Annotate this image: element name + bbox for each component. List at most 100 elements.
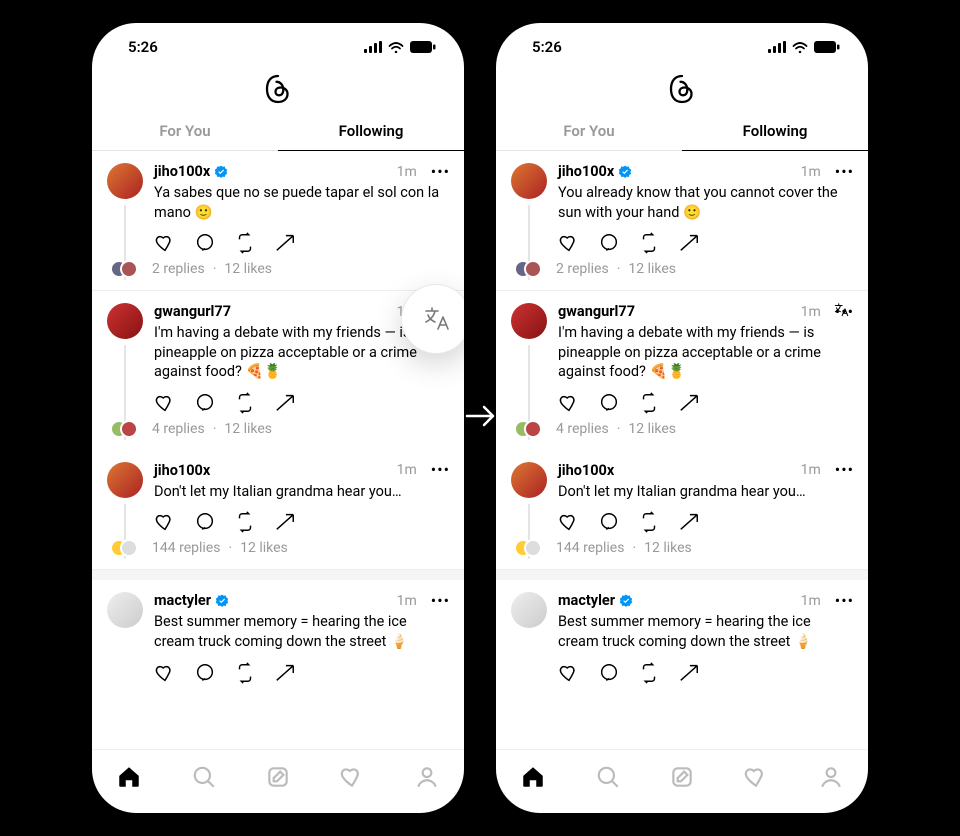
replies-count[interactable]: 144 replies xyxy=(152,540,220,556)
replies-count[interactable]: 144 replies xyxy=(556,540,624,556)
avatar[interactable] xyxy=(107,163,143,199)
like-icon[interactable] xyxy=(154,392,176,414)
post[interactable]: jiho100x 1m ••• Don't let my Italian gra… xyxy=(92,450,464,571)
like-icon[interactable] xyxy=(558,392,580,414)
repost-icon[interactable] xyxy=(638,232,660,254)
post-menu-button[interactable]: ••• xyxy=(835,596,854,606)
avatar[interactable] xyxy=(511,303,547,339)
share-icon[interactable] xyxy=(678,511,700,533)
post-menu-button[interactable]: ••• xyxy=(835,465,854,475)
username[interactable]: mactyler xyxy=(154,592,211,609)
replies-count[interactable]: 2 replies xyxy=(152,261,205,277)
username[interactable]: gwangurl77 xyxy=(558,303,635,320)
username[interactable]: jiho100x xyxy=(558,462,614,479)
like-icon[interactable] xyxy=(154,232,176,254)
feed-tabs: For You Following xyxy=(496,111,868,151)
likes-count[interactable]: 12 likes xyxy=(224,421,272,437)
avatar[interactable] xyxy=(107,592,143,628)
tab-for-you[interactable]: For You xyxy=(496,111,682,150)
tab-for-you[interactable]: For You xyxy=(92,111,278,150)
likes-count[interactable]: 12 likes xyxy=(628,421,676,437)
share-icon[interactable] xyxy=(678,392,700,414)
repost-icon[interactable] xyxy=(638,392,660,414)
post-body: Don't let my Italian grandma hear you… xyxy=(154,482,450,502)
post-menu-button[interactable]: ••• xyxy=(431,596,450,606)
username[interactable]: jiho100x xyxy=(154,462,210,479)
share-icon[interactable] xyxy=(274,392,296,414)
replies-count[interactable]: 4 replies xyxy=(152,421,205,437)
like-icon[interactable] xyxy=(154,511,176,533)
nav-search[interactable] xyxy=(587,756,629,802)
post[interactable]: gwangurl77 1m ••• I'm having a debate wi… xyxy=(496,291,868,450)
reply-icon[interactable] xyxy=(598,511,620,533)
repost-icon[interactable] xyxy=(234,232,256,254)
share-icon[interactable] xyxy=(678,662,700,684)
nav-profile[interactable] xyxy=(406,756,448,802)
reply-icon[interactable] xyxy=(598,662,620,684)
avatar[interactable] xyxy=(107,462,143,498)
likes-count[interactable]: 12 likes xyxy=(644,540,692,556)
nav-home[interactable] xyxy=(108,756,150,802)
username[interactable]: jiho100x xyxy=(558,163,614,180)
tab-following[interactable]: Following xyxy=(682,111,868,150)
post-menu-button[interactable]: ••• xyxy=(431,167,450,177)
avatar[interactable] xyxy=(107,303,143,339)
reply-icon[interactable] xyxy=(194,392,216,414)
nav-activity[interactable] xyxy=(735,756,777,802)
repost-icon[interactable] xyxy=(234,392,256,414)
share-icon[interactable] xyxy=(274,511,296,533)
post[interactable]: mactyler 1m ••• Best summer memory = hea… xyxy=(496,580,868,695)
replies-count[interactable]: 2 replies xyxy=(556,261,609,277)
reply-avatar xyxy=(120,539,138,557)
status-bar: 5:26 xyxy=(92,23,464,71)
likes-count[interactable]: 12 likes xyxy=(240,540,288,556)
username[interactable]: gwangurl77 xyxy=(154,303,231,320)
share-icon[interactable] xyxy=(274,662,296,684)
like-icon[interactable] xyxy=(558,232,580,254)
nav-activity[interactable] xyxy=(331,756,373,802)
avatar[interactable] xyxy=(511,462,547,498)
share-icon[interactable] xyxy=(274,232,296,254)
nav-profile[interactable] xyxy=(810,756,852,802)
translate-chip[interactable] xyxy=(402,285,464,353)
bottom-nav xyxy=(92,749,464,813)
reply-icon[interactable] xyxy=(194,232,216,254)
post-time: 1m xyxy=(801,462,821,478)
post[interactable]: mactyler 1m ••• Best summer memory = hea… xyxy=(92,580,464,695)
avatar[interactable] xyxy=(511,592,547,628)
post-menu-button[interactable]: ••• xyxy=(431,465,450,475)
nav-compose[interactable] xyxy=(257,756,299,802)
repost-icon[interactable] xyxy=(638,511,660,533)
like-icon[interactable] xyxy=(558,511,580,533)
username[interactable]: jiho100x xyxy=(154,163,210,180)
avatar[interactable] xyxy=(511,163,547,199)
like-icon[interactable] xyxy=(558,662,580,684)
likes-count[interactable]: 12 likes xyxy=(224,261,272,277)
reply-icon[interactable] xyxy=(194,511,216,533)
post[interactable]: jiho100x 1m ••• You already know that yo… xyxy=(496,151,868,291)
translate-icon[interactable] xyxy=(832,301,850,319)
threads-logo-icon[interactable] xyxy=(666,73,698,105)
nav-home[interactable] xyxy=(512,756,554,802)
replies-count[interactable]: 4 replies xyxy=(556,421,609,437)
nav-search[interactable] xyxy=(183,756,225,802)
like-icon[interactable] xyxy=(154,662,176,684)
reply-icon[interactable] xyxy=(598,392,620,414)
post-menu-button[interactable]: ••• xyxy=(835,167,854,177)
threads-logo-icon[interactable] xyxy=(262,73,294,105)
reply-icon[interactable] xyxy=(194,662,216,684)
share-icon[interactable] xyxy=(678,232,700,254)
repost-icon[interactable] xyxy=(234,511,256,533)
reply-icon[interactable] xyxy=(598,232,620,254)
likes-count[interactable]: 12 likes xyxy=(628,261,676,277)
repost-icon[interactable] xyxy=(234,662,256,684)
nav-compose[interactable] xyxy=(661,756,703,802)
repost-icon[interactable] xyxy=(638,662,660,684)
post[interactable]: jiho100x 1m ••• Don't let my Italian gra… xyxy=(496,450,868,571)
post[interactable]: jiho100x 1m ••• Ya sabes que no se puede… xyxy=(92,151,464,291)
tab-following[interactable]: Following xyxy=(278,111,464,150)
username[interactable]: mactyler xyxy=(558,592,615,609)
post-body: Ya sabes que no se puede tapar el sol co… xyxy=(154,183,450,222)
feed[interactable]: jiho100x 1m ••• Ya sabes que no se puede… xyxy=(92,151,464,749)
feed[interactable]: jiho100x 1m ••• You already know that yo… xyxy=(496,151,868,749)
